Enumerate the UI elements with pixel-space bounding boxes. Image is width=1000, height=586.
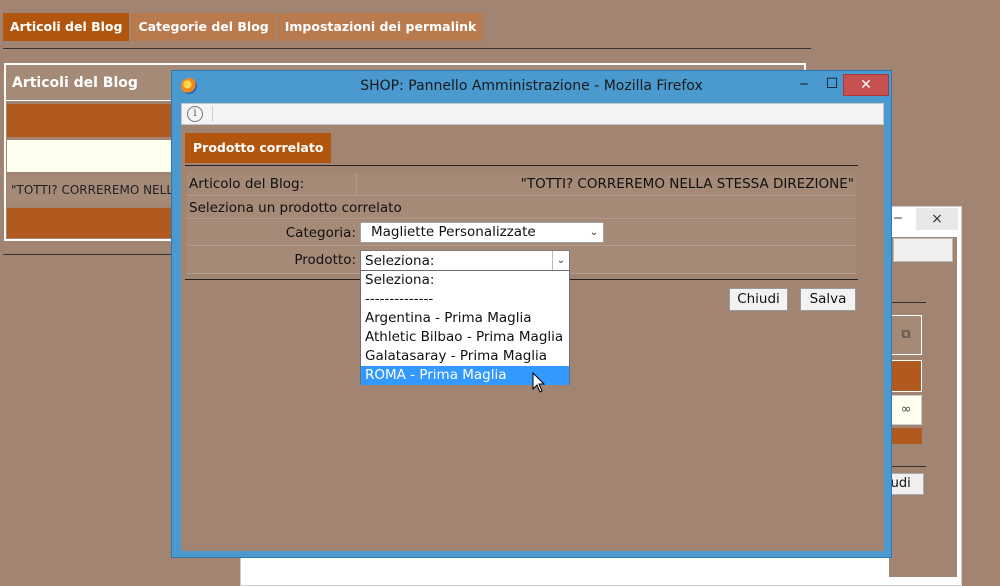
divider [3, 48, 811, 49]
divider [212, 106, 213, 122]
product-label: Prodotto: [294, 252, 356, 268]
title-bar[interactable]: SHOP: Pannello Amministrazione - Mozilla… [172, 71, 891, 102]
dropdown-option[interactable]: Galatasaray - Prima Maglia [361, 347, 569, 366]
window-title: SHOP: Pannello Amministrazione - Mozilla… [360, 78, 703, 94]
divider [888, 302, 926, 303]
article-label: Articolo del Blog: [189, 176, 305, 192]
tab-articoli-del-blog[interactable]: Articoli del Blog [3, 13, 130, 41]
link-icon-cell[interactable]: ∞ [890, 395, 922, 425]
tab-prodotto-correlato[interactable]: Prodotto correlato [185, 133, 332, 163]
dropdown-option[interactable]: Seleziona: [361, 271, 569, 290]
category-selected-value: Magliette Personalizzate [371, 224, 536, 240]
close-icon[interactable]: ✕ [843, 74, 889, 96]
divider [356, 173, 357, 196]
divider [888, 466, 926, 467]
row-cell [890, 428, 922, 444]
dropdown-option[interactable]: -------------- [361, 290, 569, 309]
info-icon[interactable]: i [187, 106, 203, 122]
tab-categorie-del-blog[interactable]: Categorie del Blog [131, 13, 276, 41]
close-button[interactable]: Chiudi [729, 288, 788, 311]
dropdown-option[interactable]: Argentina - Prima Maglia [361, 309, 569, 328]
row-cell [890, 360, 922, 392]
category-label: Categoria: [285, 225, 356, 241]
mouse-cursor-icon [532, 372, 546, 393]
url-bar [893, 238, 953, 262]
edit-icon-cell[interactable]: ⧉ [890, 315, 922, 355]
instruction-row: Seleziona un prodotto correlato [187, 197, 856, 219]
chevron-down-icon[interactable]: ⌄ [552, 251, 569, 271]
product-dropdown-list: Seleziona: -------------- Argentina - Pr… [360, 270, 570, 385]
chevron-down-icon: ⌄ [589, 227, 599, 238]
product-select[interactable]: Seleziona: ⌄ [360, 250, 570, 272]
maximize-icon[interactable]: ☐ [818, 74, 846, 96]
close-icon[interactable]: × [916, 208, 958, 230]
dropdown-option[interactable]: Athletic Bilbao - Prima Maglia [361, 328, 569, 347]
add-icon: ⧉ [901, 327, 911, 342]
save-button[interactable]: Salva [800, 288, 856, 311]
product-selected-value: Seleziona: [365, 253, 435, 269]
category-row: Categoria: Magliette Personalizzate ⌄ [187, 220, 856, 246]
admin-tabs: Articoli del Blog Categorie del Blog Imp… [3, 13, 484, 41]
instruction-text: Seleziona un prodotto correlato [189, 200, 402, 216]
url-bar[interactable]: i [181, 103, 884, 125]
article-row: Articolo del Blog: "TOTTI? CORREREMO NEL… [187, 173, 856, 196]
tab-impostazioni-permalink[interactable]: Impostazioni dei permalink [277, 13, 484, 41]
minimize-icon[interactable]: ‒ [790, 74, 818, 96]
category-select[interactable]: Magliette Personalizzate ⌄ [360, 222, 604, 243]
link-icon: ∞ [900, 402, 912, 417]
article-title: "TOTTI? CORREREMO NELLA STESSA DIREZIONE… [520, 176, 854, 192]
divider [185, 165, 858, 166]
